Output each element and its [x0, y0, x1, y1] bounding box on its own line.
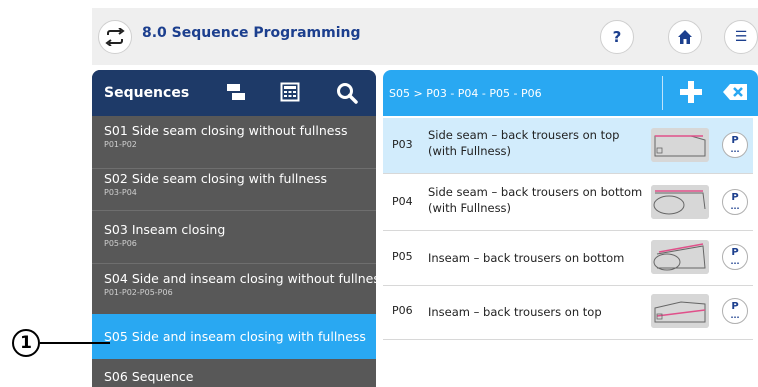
menu-button[interactable]: ☰ [724, 20, 758, 54]
callout-marker: 1 [12, 329, 40, 357]
program-row-p06[interactable]: P06 Inseam – back trousers on top P ... [383, 284, 753, 340]
sequence-title: S06 Sequence [104, 369, 194, 384]
p-button-label: P [731, 301, 739, 312]
callout-leader-line [40, 342, 110, 344]
p-button-label: P [731, 135, 739, 146]
backspace-icon[interactable] [723, 84, 747, 100]
trousers-thumbnail-icon [651, 294, 709, 328]
sequence-detail-panel: S05 > P03 - P04 - P05 - P06 P03 Side sea… [383, 70, 758, 387]
sequences-header: Sequences [92, 70, 376, 116]
sequence-item-s01[interactable]: S01 Side seam closing without fullness P… [92, 116, 376, 168]
sequence-programs: P05-P06 [104, 239, 137, 248]
program-name: Inseam – back trousers on bottom [428, 251, 625, 265]
sequence-item-s04[interactable]: S04 Side and inseam closing without full… [92, 264, 376, 319]
sequence-title: S04 Side and inseam closing without full… [104, 271, 376, 286]
home-button[interactable] [668, 20, 702, 54]
sequence-path: S05 > P03 - P04 - P05 - P06 [389, 87, 542, 100]
program-row-p04[interactable]: P04 Side seam – back trousers on bottom … [383, 175, 753, 231]
callout-number: 1 [20, 333, 32, 353]
sequence-title: S03 Inseam closing [104, 222, 226, 237]
program-settings-button[interactable]: P ... [722, 132, 748, 158]
trousers-thumbnail-icon [651, 240, 709, 274]
program-id: P06 [392, 304, 413, 317]
program-id: P05 [392, 250, 413, 263]
app-header: 8.0 Sequence Programming ? ☰ [92, 8, 758, 65]
sequence-programs: P01-P02-P05-P06 [104, 288, 173, 297]
sequence-item-s06[interactable]: S06 Sequence [92, 359, 376, 387]
program-settings-button[interactable]: P ... [722, 244, 748, 270]
p-button-dots: ... [730, 257, 740, 266]
help-button[interactable]: ? [600, 20, 634, 54]
program-name: Side seam – back trousers on bottom (wit… [428, 185, 643, 215]
sequences-title: Sequences [104, 85, 190, 101]
p-button-label: P [731, 247, 739, 258]
menu-icon: ☰ [734, 29, 748, 45]
program-id: P03 [392, 138, 413, 151]
sequence-item-s05[interactable]: S05 Side and inseam closing with fullnes… [92, 314, 376, 359]
trousers-thumbnail-icon [651, 128, 709, 162]
program-name: Inseam – back trousers on top [428, 305, 602, 319]
program-id: P04 [392, 195, 413, 208]
home-icon [678, 30, 692, 44]
sequence-loop-icon[interactable] [98, 20, 132, 54]
program-settings-button[interactable]: P ... [722, 298, 748, 324]
sequence-programs: P03-P04 [104, 188, 137, 197]
help-label: ? [612, 28, 622, 46]
program-name: Side seam – back trousers on top (with F… [428, 128, 620, 158]
p-button-label: P [731, 192, 739, 203]
calculator-icon[interactable] [280, 82, 300, 102]
copy-icon[interactable] [226, 82, 246, 102]
page-title: 8.0 Sequence Programming [142, 25, 361, 41]
sequence-detail-header: S05 > P03 - P04 - P05 - P06 [383, 70, 758, 116]
add-icon[interactable] [678, 79, 704, 105]
program-row-p05[interactable]: P05 Inseam – back trousers on bottom P .… [383, 230, 753, 286]
search-icon[interactable] [336, 82, 358, 104]
sequence-title: S02 Side seam closing with fullness [104, 171, 328, 186]
program-settings-button[interactable]: P ... [722, 189, 748, 215]
p-button-dots: ... [730, 145, 740, 154]
sequence-title: S01 Side seam closing without fullness [104, 123, 348, 138]
sequences-panel: Sequences S01 Side seam closing without … [92, 70, 376, 387]
p-button-dots: ... [730, 202, 740, 211]
p-button-dots: ... [730, 311, 740, 320]
header-divider [662, 76, 663, 110]
sequence-title: S05 Side and inseam closing with fullnes… [104, 329, 366, 344]
trousers-thumbnail-icon [651, 185, 709, 219]
program-row-p03[interactable]: P03 Side seam – back trousers on top (wi… [383, 118, 753, 174]
sequence-item-s03[interactable]: S03 Inseam closing P05-P06 [92, 211, 376, 263]
sequence-programs: P01-P02 [104, 140, 137, 149]
